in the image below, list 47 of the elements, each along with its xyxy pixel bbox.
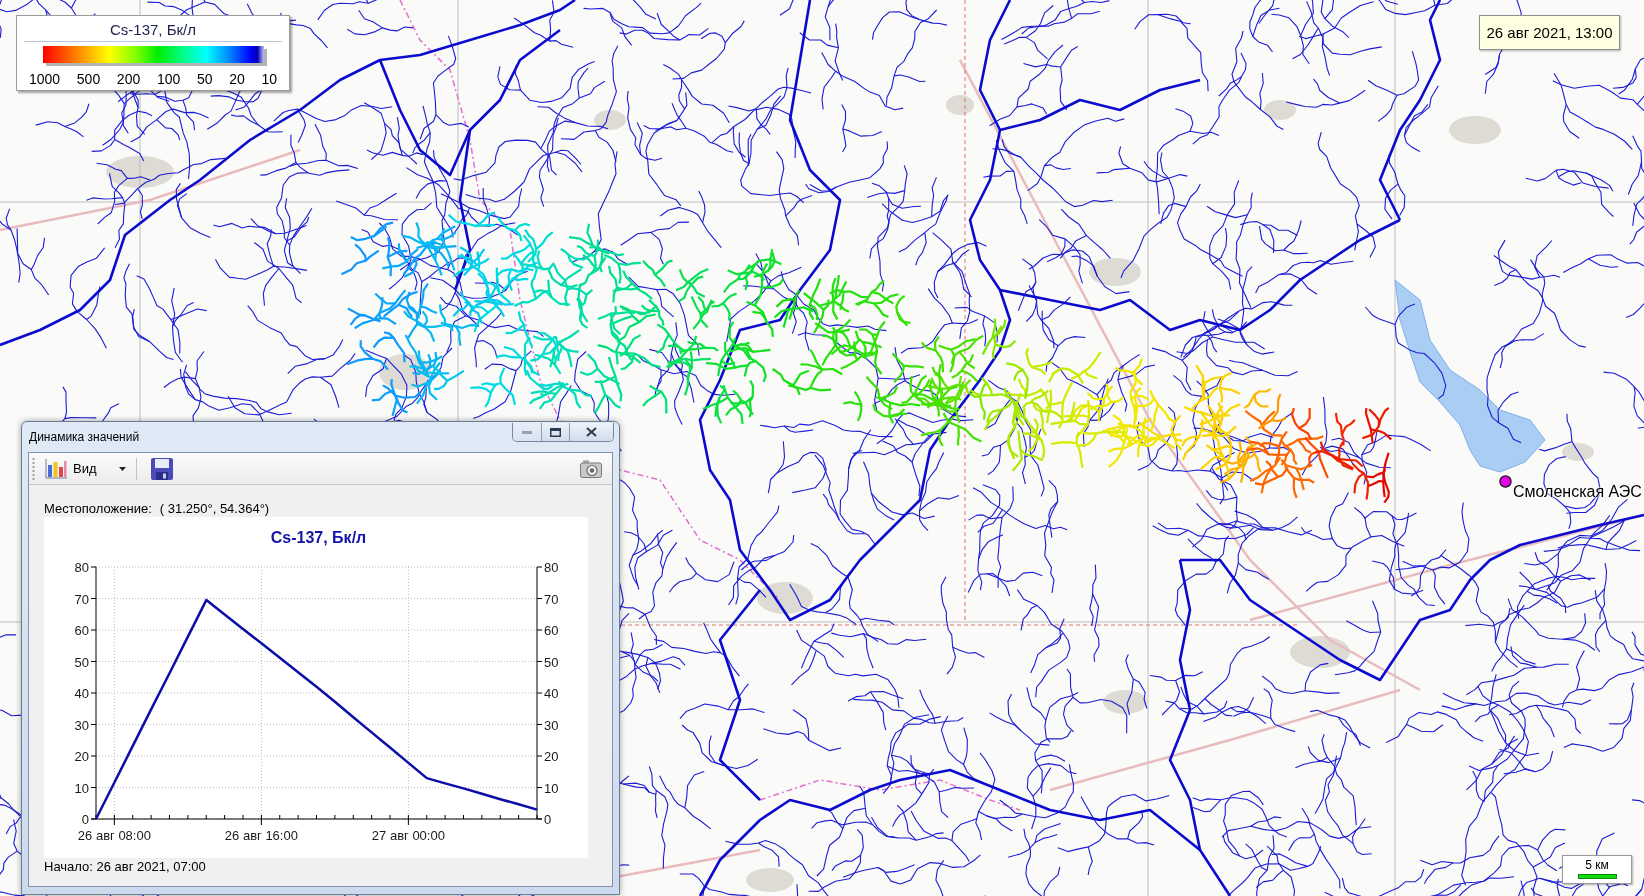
axis-tick-label: 20 [74, 749, 89, 764]
bar-chart-icon [45, 458, 67, 479]
close-icon [586, 427, 597, 437]
scale-label: 50 [196, 71, 213, 87]
axis-tick-label: 10 [74, 780, 89, 796]
scale-text: 5 км [1585, 858, 1609, 872]
scale-label: 20 [229, 71, 245, 87]
axis-tick-label: 0 [544, 812, 552, 827]
scale-label: 10 [261, 71, 277, 87]
axis-tick-label: 0 [81, 812, 89, 827]
axis-tick-label: 10 [544, 780, 559, 796]
location-value: ( 31.250°, 54.364°) [159, 501, 270, 517]
timestamp-label: 26 авг 2021, 13:00 [1479, 15, 1620, 50]
axis-tick-label: 60 [544, 623, 559, 638]
camera-icon [580, 459, 602, 478]
scale-label: 200 [116, 71, 141, 87]
axis-tick-label: 20 [544, 749, 559, 764]
minimize-icon [522, 430, 532, 434]
axis-tick-label: 70 [544, 591, 559, 607]
location-label: Местоположение: [44, 501, 152, 517]
maximize-icon [550, 427, 561, 437]
close-button[interactable] [569, 423, 613, 441]
chart-title: Cs-137, Бк/л [270, 529, 367, 546]
caret-icon [118, 466, 126, 471]
toolbar-grip-icon [32, 457, 35, 480]
scale-label: 1000 [29, 71, 61, 87]
axis-tick-label: 50 [544, 654, 559, 670]
scale-label: 500 [76, 71, 101, 87]
axis-tick-label: 27 авг 00:00 [371, 828, 445, 843]
axis-tick-label: 30 [544, 717, 559, 733]
window-title: Динамика значений [29, 430, 140, 444]
maximize-button[interactable] [541, 423, 569, 441]
start-time-text: Начало: 26 авг 2021, 07:00 [44, 859, 207, 875]
scale-label: 100 [156, 71, 181, 87]
axis-tick-label: 60 [74, 623, 89, 638]
axis-tick-label: 26 авг 08:00 [77, 828, 151, 843]
legend-title: Cs-137, Бк/л [110, 21, 196, 38]
axis-tick-label: 26 авг 16:00 [224, 828, 298, 843]
axis-tick-label: 40 [544, 686, 559, 701]
axis-tick-label: 80 [74, 560, 89, 575]
axis-tick-label: 80 [544, 560, 559, 575]
view-dropdown-button[interactable]: Вид [41, 455, 130, 482]
location-dot-icon [1499, 475, 1512, 488]
axis-tick-label: 30 [74, 717, 89, 733]
axis-tick-label: 40 [74, 686, 89, 701]
axis-tick-label: 50 [74, 654, 89, 670]
axis-tick-label: 70 [74, 591, 89, 607]
